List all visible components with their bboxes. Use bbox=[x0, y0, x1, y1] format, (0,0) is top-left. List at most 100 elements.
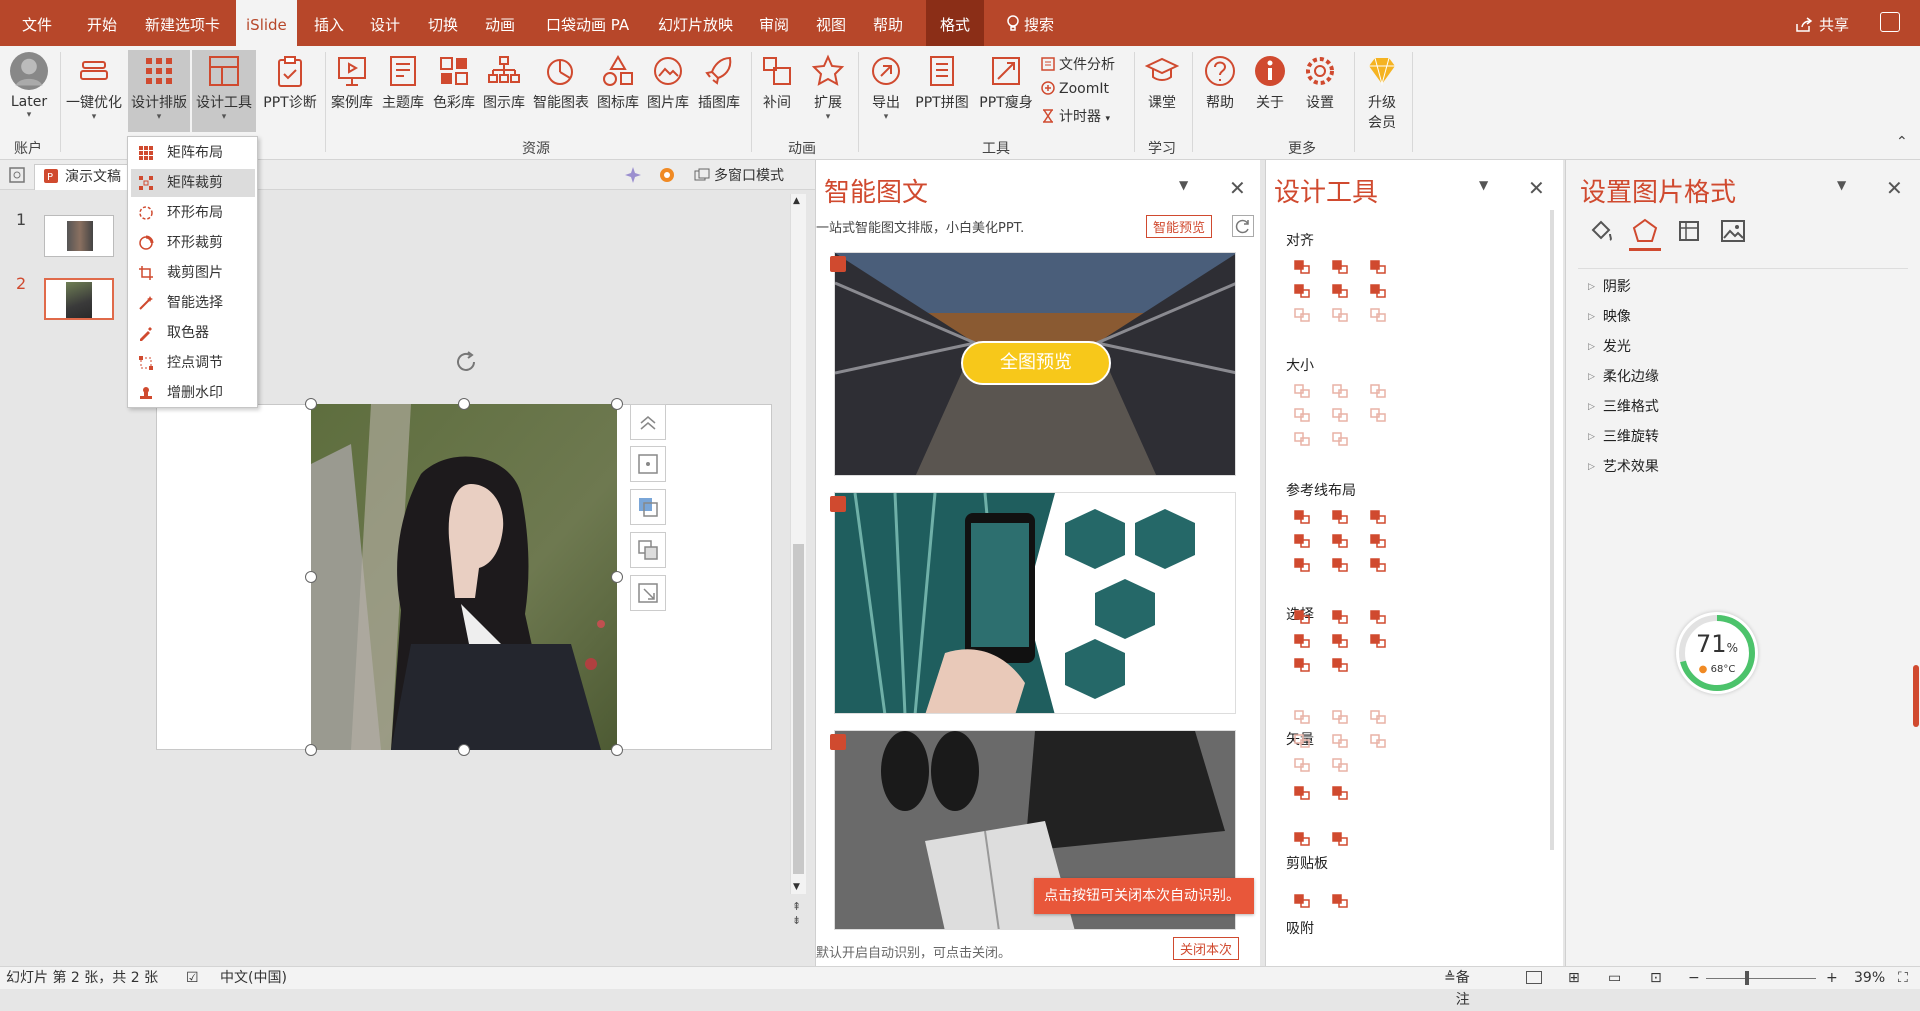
template-card-1[interactable]: 全图预览 bbox=[834, 252, 1236, 476]
classroom-button[interactable]: 课堂 bbox=[1140, 50, 1184, 132]
tab-slideshow[interactable]: 幻灯片放映 bbox=[658, 0, 733, 46]
design-tool-icon[interactable] bbox=[1292, 556, 1312, 574]
scroll-down-icon[interactable]: ▼ bbox=[793, 882, 800, 892]
format-3d-format[interactable]: 三维格式 bbox=[1588, 396, 1659, 416]
format-glow[interactable]: 发光 bbox=[1588, 336, 1631, 356]
tab-file[interactable]: 文件 bbox=[22, 0, 52, 46]
tab-home[interactable]: 开始 bbox=[87, 0, 117, 46]
magic-icon[interactable] bbox=[624, 166, 642, 184]
close-once-button[interactable]: 关闭本次 bbox=[1173, 937, 1240, 960]
design-tool-icon[interactable] bbox=[1330, 830, 1350, 848]
close-icon[interactable]: ✕ bbox=[1886, 176, 1903, 200]
tab-design[interactable]: 设计 bbox=[370, 0, 400, 46]
design-tool-icon[interactable] bbox=[1368, 306, 1388, 324]
menu-handle-adjust[interactable]: 控点调节 bbox=[131, 349, 255, 377]
design-tool-icon[interactable] bbox=[1330, 508, 1350, 526]
menu-matrix-crop[interactable]: 矩阵裁剪 bbox=[131, 169, 255, 197]
format-shadow[interactable]: 阴影 bbox=[1588, 276, 1631, 296]
design-tool-icon[interactable] bbox=[1330, 708, 1350, 726]
canvas-scrollbar[interactable]: ▲ ▼ bbox=[790, 194, 806, 894]
fit-slide-icon[interactable]: ⛶ bbox=[1898, 967, 1908, 989]
design-tool-icon[interactable] bbox=[1292, 892, 1312, 910]
zoomit-button[interactable]: ZoomIt bbox=[1040, 80, 1109, 97]
reading-view-icon[interactable]: ▭ bbox=[1608, 967, 1621, 989]
design-tool-icon[interactable] bbox=[1292, 532, 1312, 550]
design-tool-icon[interactable] bbox=[1368, 508, 1388, 526]
spellcheck-icon[interactable]: ☑ bbox=[186, 967, 199, 989]
rotate-handle-icon[interactable] bbox=[452, 348, 480, 376]
expand-button[interactable]: 扩展 ▾ bbox=[804, 50, 852, 132]
help-button[interactable]: 帮助 bbox=[1198, 50, 1242, 132]
design-tool-icon[interactable] bbox=[1292, 756, 1312, 774]
align-center-tool[interactable] bbox=[630, 446, 666, 482]
resize-handle[interactable] bbox=[611, 571, 623, 583]
design-tool-icon[interactable] bbox=[1330, 258, 1350, 276]
export-button[interactable]: 导出 ▾ bbox=[864, 50, 908, 132]
zoom-slider-thumb[interactable] bbox=[1744, 971, 1749, 985]
panel-scrollbar[interactable] bbox=[1550, 210, 1554, 850]
design-tool-icon[interactable] bbox=[1292, 656, 1312, 674]
design-tool-icon[interactable] bbox=[1368, 632, 1388, 650]
search-box[interactable]: 搜索 bbox=[1006, 0, 1054, 46]
resize-handle[interactable] bbox=[611, 398, 623, 410]
scroll-thumb[interactable] bbox=[793, 544, 804, 874]
menu-matrix-layout[interactable]: 矩阵布局 bbox=[131, 139, 255, 167]
slide-thumbnail-2[interactable] bbox=[44, 278, 114, 320]
design-tool-icon[interactable] bbox=[1368, 382, 1388, 400]
tab-insert[interactable]: 插入 bbox=[314, 0, 344, 46]
diagrams-button[interactable]: 图示库 bbox=[480, 50, 528, 132]
menu-smart-select[interactable]: 智能选择 bbox=[131, 289, 255, 317]
panel-options-icon[interactable]: ▼ bbox=[1837, 178, 1846, 192]
picture-icon[interactable] bbox=[1720, 218, 1746, 244]
resize-handle[interactable] bbox=[458, 744, 470, 756]
outline-view-icon[interactable] bbox=[8, 166, 26, 184]
design-tool-icon[interactable] bbox=[1330, 532, 1350, 550]
design-tool-icon[interactable] bbox=[1330, 656, 1350, 674]
design-tool-icon[interactable] bbox=[1330, 306, 1350, 324]
resize-handle[interactable] bbox=[305, 571, 317, 583]
about-button[interactable]: 关于 bbox=[1248, 50, 1292, 132]
themes-button[interactable]: 主题库 bbox=[378, 50, 428, 132]
design-tool-icon[interactable] bbox=[1292, 406, 1312, 424]
tab-animations[interactable]: 动画 bbox=[485, 0, 515, 46]
design-tool-icon[interactable] bbox=[1330, 556, 1350, 574]
ppt-diagnose-button[interactable]: PPT诊断 bbox=[258, 50, 322, 132]
design-tool-icon[interactable] bbox=[1368, 732, 1388, 750]
design-tool-icon[interactable] bbox=[1368, 532, 1388, 550]
menu-watermark[interactable]: 增删水印 bbox=[131, 379, 255, 407]
design-tool-icon[interactable] bbox=[1330, 732, 1350, 750]
design-tool-icon[interactable] bbox=[1330, 784, 1350, 802]
cases-button[interactable]: 案例库 bbox=[328, 50, 376, 132]
design-tool-icon[interactable] bbox=[1330, 632, 1350, 650]
one-click-optimize-button[interactable]: 一键优化 ▾ bbox=[64, 50, 124, 132]
design-tool-icon[interactable] bbox=[1330, 608, 1350, 626]
file-analysis-button[interactable]: 文件分析 bbox=[1040, 54, 1115, 74]
format-3d-rotation[interactable]: 三维旋转 bbox=[1588, 426, 1659, 446]
multi-window-button[interactable]: 多窗口模式 bbox=[694, 165, 784, 185]
format-soft-edges[interactable]: 柔化边缘 bbox=[1588, 366, 1659, 386]
tab-transitions[interactable]: 切换 bbox=[428, 0, 458, 46]
zoom-out-icon[interactable]: − bbox=[1688, 967, 1700, 989]
tab-view[interactable]: 视图 bbox=[816, 0, 846, 46]
document-tab[interactable]: P 演示文稿 bbox=[34, 164, 130, 190]
design-tool-icon[interactable] bbox=[1292, 382, 1312, 400]
resize-handle[interactable] bbox=[305, 744, 317, 756]
design-layout-button[interactable]: 设计排版 ▾ bbox=[128, 50, 190, 132]
format-artistic-effects[interactable]: 艺术效果 bbox=[1588, 456, 1659, 476]
ppt-slim-button[interactable]: PPT瘦身 bbox=[976, 50, 1036, 132]
format-reflection[interactable]: 映像 bbox=[1588, 306, 1631, 326]
icons-button[interactable]: 图标库 bbox=[594, 50, 642, 132]
design-tool-icon[interactable] bbox=[1292, 282, 1312, 300]
menu-ring-crop[interactable]: 环形裁剪 bbox=[131, 229, 255, 257]
design-tool-icon[interactable] bbox=[1368, 556, 1388, 574]
design-tool-icon[interactable] bbox=[1368, 708, 1388, 726]
design-tool-icon[interactable] bbox=[1292, 258, 1312, 276]
resize-handle[interactable] bbox=[611, 744, 623, 756]
tab-review[interactable]: 审阅 bbox=[759, 0, 789, 46]
effects-pentagon-icon[interactable] bbox=[1632, 218, 1658, 244]
design-tool-icon[interactable] bbox=[1292, 708, 1312, 726]
template-card-2[interactable] bbox=[834, 492, 1236, 714]
timer-button[interactable]: 计时器 ▾ bbox=[1040, 106, 1110, 126]
smart-charts-button[interactable]: 智能图表 bbox=[530, 50, 592, 132]
system-monitor-gauge[interactable]: 71% ● 68°C bbox=[1676, 612, 1758, 694]
